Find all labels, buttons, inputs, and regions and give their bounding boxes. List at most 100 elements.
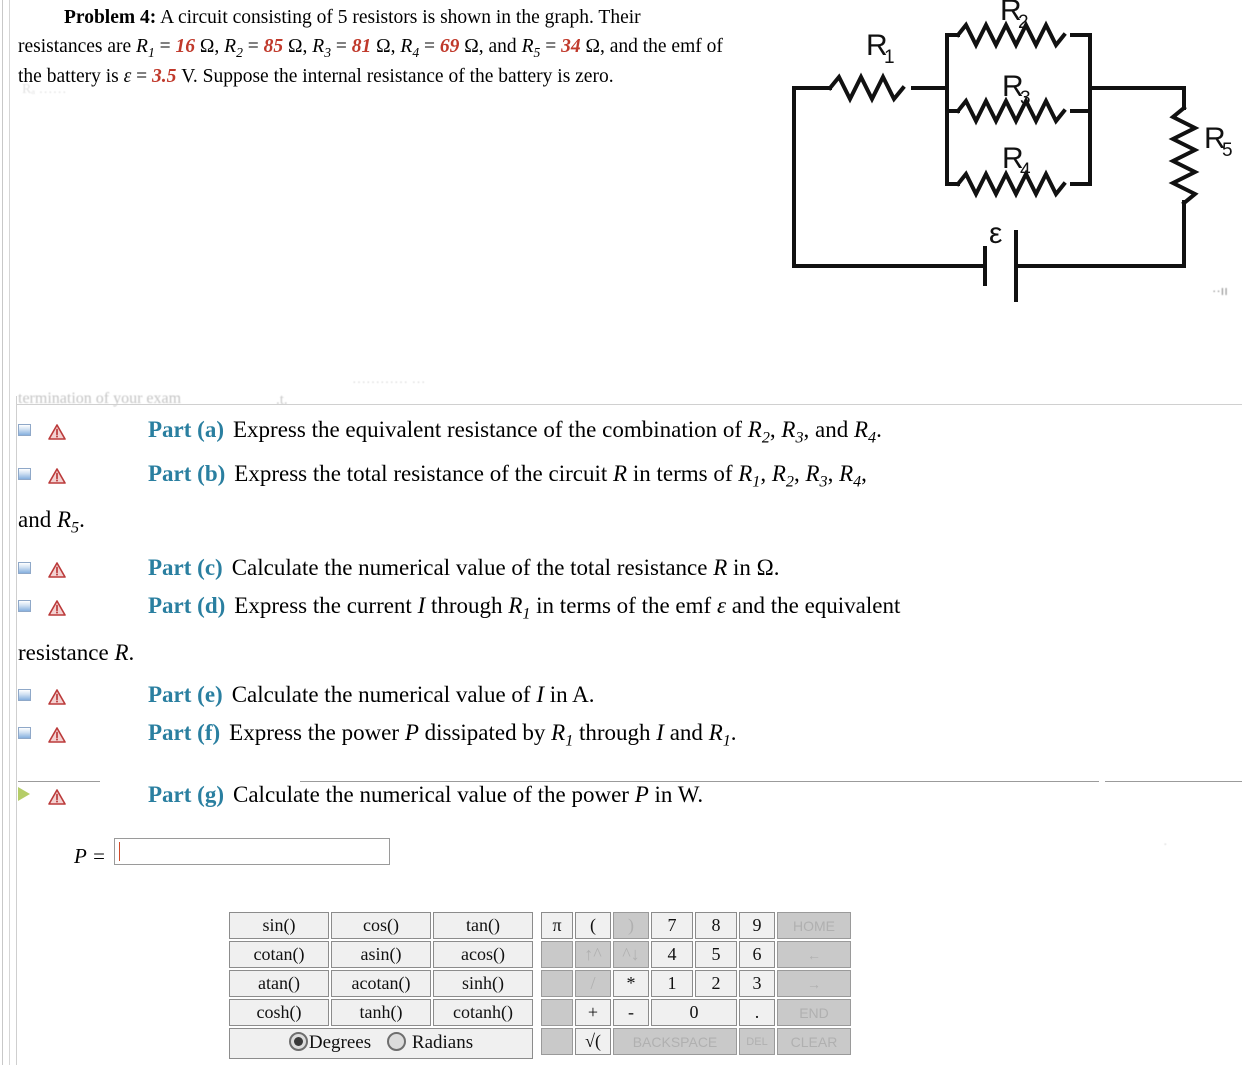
collapsed-square-icon[interactable] xyxy=(18,562,31,575)
part-row-b[interactable]: Part (b) Express the total resistance of … xyxy=(0,462,1242,491)
key-7[interactable]: 7 xyxy=(651,912,693,939)
warning-triangle-icon[interactable] xyxy=(48,786,66,806)
r5-unit: Ω xyxy=(585,35,600,57)
part-a-label: Part (a) xyxy=(148,417,224,442)
collapsed-square-icon[interactable] xyxy=(18,726,31,739)
part-row-e[interactable]: Part (e) Calculate the numerical value of… xyxy=(0,683,1242,706)
r2-sub: 2 xyxy=(236,44,243,60)
emf-symbol: ε xyxy=(123,65,132,87)
ghost-text-right-partg: · xyxy=(1163,838,1168,853)
collapsed-square-icon[interactable] xyxy=(18,688,31,701)
part-row-g[interactable]: Part (g) Calculate the numerical value of… xyxy=(0,783,1242,806)
battery-lead: the battery is xyxy=(18,65,119,87)
key-blank xyxy=(541,941,573,968)
r3-sub: 3 xyxy=(324,44,332,60)
key-2[interactable]: 2 xyxy=(695,970,737,997)
expanded-play-triangle-icon[interactable] xyxy=(18,787,30,802)
key-9[interactable]: 9 xyxy=(739,912,775,939)
ghost-text-upper-right: ………… … xyxy=(352,372,426,387)
degrees-label: Degrees xyxy=(308,1032,372,1053)
r4-sub: 4 xyxy=(412,44,420,60)
key-superscript-down: ^↓ xyxy=(613,941,649,968)
key-arrow-right: → xyxy=(777,970,851,997)
numeric-button-pad: π ( ) 7 8 9 HOME ↑^ ^↓ 4 5 6 ← / * 1 2 3… xyxy=(539,910,853,1057)
key-multiply[interactable]: * xyxy=(613,970,649,997)
part-g-icons xyxy=(18,783,138,809)
key-0[interactable]: 0 xyxy=(651,999,737,1026)
key-minus[interactable]: - xyxy=(613,999,649,1026)
warning-triangle-icon[interactable] xyxy=(48,421,66,440)
key-paren-open[interactable]: ( xyxy=(575,912,611,939)
r1-unit: Ω xyxy=(199,35,215,57)
warning-triangle-icon[interactable] xyxy=(48,597,66,616)
key-8[interactable]: 8 xyxy=(695,912,737,939)
part-d-icons xyxy=(18,594,138,620)
fn-button-tan[interactable]: tan() xyxy=(433,912,533,939)
collapsed-square-icon[interactable] xyxy=(18,467,31,480)
fn-button-acos[interactable]: acos() xyxy=(433,941,533,968)
fn-button-tanh[interactable]: tanh() xyxy=(331,999,431,1026)
fn-button-sin[interactable]: sin() xyxy=(229,912,329,939)
num-row: π ( ) 7 8 9 HOME xyxy=(541,912,851,939)
part-c-icons xyxy=(18,556,138,582)
key-pi[interactable]: π xyxy=(541,912,573,939)
warning-triangle-icon[interactable] xyxy=(48,559,66,578)
resistances-lead: resistances are xyxy=(18,35,132,57)
radians-radio[interactable] xyxy=(387,1032,407,1051)
part-c-label: Part (c) xyxy=(148,555,223,581)
part-c-text: Calculate the numerical value of the tot… xyxy=(231,555,780,581)
key-decimal-point[interactable]: . xyxy=(739,999,775,1026)
answer-input[interactable] xyxy=(114,838,390,865)
fn-row: cosh() tanh() cotanh() xyxy=(229,999,533,1026)
part-g-label: Part (g) xyxy=(148,782,224,808)
fn-button-atan[interactable]: atan() xyxy=(229,970,329,997)
key-arrow-left: ← xyxy=(777,941,851,968)
key-5[interactable]: 5 xyxy=(695,941,737,968)
key-3[interactable]: 3 xyxy=(739,970,775,997)
num-row: + - 0 . END xyxy=(541,999,851,1026)
r3-unit: Ω xyxy=(376,35,391,57)
ghost-text-dots: .t. xyxy=(276,392,288,408)
problem-statement: Problem 4: A circuit consisting of 5 res… xyxy=(18,7,723,87)
part-row-a[interactable]: Part (a) Express the equivalent resistanc… xyxy=(0,418,1242,447)
key-4[interactable]: 4 xyxy=(651,941,693,968)
key-plus[interactable]: + xyxy=(575,999,611,1026)
fn-button-cosh[interactable]: cosh() xyxy=(229,999,329,1026)
circuit-label-r1-sub: 1 xyxy=(884,47,895,68)
fn-button-cotan[interactable]: cotan() xyxy=(229,941,329,968)
section-divider-top xyxy=(16,404,1242,405)
circuit-label-r4-sub: 4 xyxy=(1020,160,1031,181)
part-row-f[interactable]: Part (f) Express the power P dissipated b… xyxy=(0,721,1242,750)
r3-value: 81 xyxy=(351,35,372,57)
fn-button-cotanh[interactable]: cotanh() xyxy=(433,999,533,1026)
fn-row: atan() acotan() sinh() xyxy=(229,970,533,997)
collapsed-square-icon[interactable] xyxy=(18,600,31,613)
num-row: √( BACKSPACE DEL CLEAR xyxy=(541,1028,851,1055)
problem-title: Problem 4: xyxy=(64,7,157,28)
battery-tail: V. Suppose the internal resistance of th… xyxy=(181,65,614,87)
key-sqrt[interactable]: √( xyxy=(575,1028,611,1055)
key-blank xyxy=(541,1028,573,1055)
part-e-label: Part (e) xyxy=(148,681,223,707)
num-row: / * 1 2 3 → xyxy=(541,970,851,997)
num-row: ↑^ ^↓ 4 5 6 ← xyxy=(541,941,851,968)
key-1[interactable]: 1 xyxy=(651,970,693,997)
collapsed-square-icon[interactable] xyxy=(18,424,31,436)
fn-button-acotan[interactable]: acotan() xyxy=(331,970,431,997)
key-superscript-up: ↑^ xyxy=(575,941,611,968)
part-row-d[interactable]: Part (d) Express the current I through R1… xyxy=(0,594,1242,623)
warning-triangle-icon[interactable] xyxy=(48,724,66,743)
part-b-text: Express the total resistance of the circ… xyxy=(234,460,867,491)
fn-button-asin[interactable]: asin() xyxy=(331,941,431,968)
warning-triangle-icon[interactable] xyxy=(48,686,66,705)
fn-button-cos[interactable]: cos() xyxy=(331,912,431,939)
parts-list: Part (a) Express the equivalent resistanc… xyxy=(0,418,1242,806)
part-a-icons xyxy=(18,418,138,444)
degrees-radio[interactable] xyxy=(288,1032,308,1051)
fn-button-sinh[interactable]: sinh() xyxy=(433,970,533,997)
part-row-c[interactable]: Part (c) Calculate the numerical value of… xyxy=(0,556,1242,579)
warning-triangle-icon[interactable] xyxy=(48,465,66,484)
angle-mode-row: Degrees Radians xyxy=(229,1028,533,1059)
key-6[interactable]: 6 xyxy=(739,941,775,968)
circuit-label-r5-sub: 5 xyxy=(1222,140,1233,161)
